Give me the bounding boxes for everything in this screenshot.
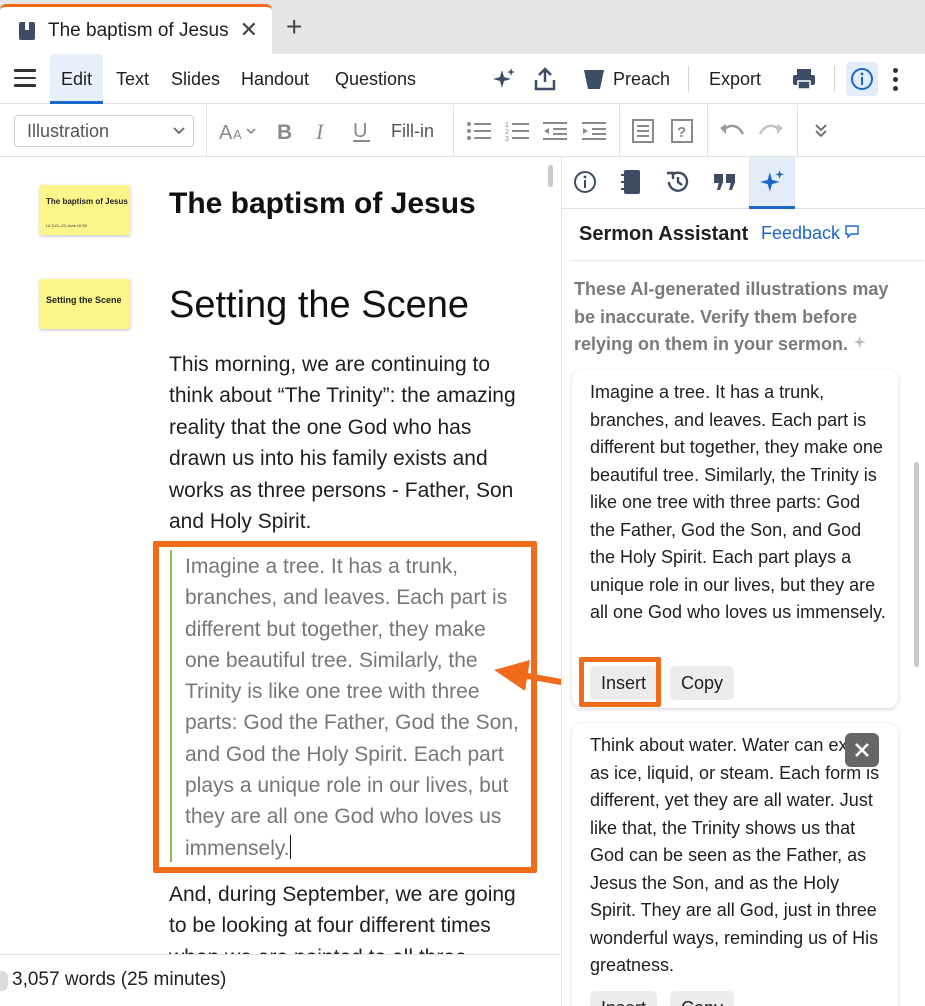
feedback-link[interactable]: Feedback (761, 223, 859, 244)
paragraph: And, during September, we are going to b… (169, 883, 516, 954)
panel-scrollbar[interactable] (914, 462, 919, 667)
bold-icon[interactable]: B (274, 118, 296, 144)
toolbar-divider (688, 66, 689, 92)
tab-questions[interactable]: Questions (335, 54, 416, 104)
svg-text:A: A (233, 127, 242, 142)
svg-text:I: I (315, 120, 325, 142)
sparkle-icon[interactable] (491, 66, 517, 92)
inserted-illustration-text: Imagine a tree. It has a trunk, branches… (185, 555, 519, 860)
undo-icon[interactable] (719, 118, 745, 144)
info-icon[interactable] (846, 62, 878, 96)
fill-in-button[interactable]: Fill-in (391, 105, 434, 157)
slide-thumbnail-title: Setting the Scene (46, 295, 122, 305)
menu-icon[interactable] (14, 69, 36, 87)
indent-icon[interactable] (581, 118, 607, 144)
export-button[interactable]: Export (709, 54, 761, 104)
slide-thumbnail[interactable]: Setting the Scene (40, 279, 130, 329)
format-toolbar: Illustration AA B I U Fill-in 123 ? (0, 105, 925, 157)
word-count: 3,057 words (25 minutes) (12, 969, 227, 990)
editor-scrollbar[interactable] (548, 165, 553, 187)
redo-icon[interactable] (758, 118, 784, 144)
format-divider (453, 105, 454, 157)
status-bar: 3,057 words (25 minutes) (0, 954, 560, 1006)
slide-icon[interactable] (631, 118, 655, 144)
question-icon[interactable]: ? (670, 118, 694, 144)
paragraph-style-select[interactable]: Illustration (14, 115, 194, 147)
panel-title: Sermon Assistant (579, 223, 749, 245)
info-icon[interactable] (568, 165, 602, 199)
svg-text:?: ? (677, 124, 686, 141)
format-divider (619, 105, 620, 157)
more-options-icon[interactable] (893, 68, 899, 92)
divider (572, 260, 924, 261)
tab-title: The baptism of Jesus (48, 19, 229, 41)
italic-icon[interactable]: I (312, 118, 334, 144)
slide-thumbnail-ref: Lk 3:21–22; Acts 10:38 (46, 223, 87, 228)
illustration-bar (170, 550, 172, 862)
section-heading: Setting the Scene (169, 284, 469, 326)
slide-thumbnail[interactable]: The baptism of Jesus Lk 3:21–22; Acts 10… (40, 185, 130, 235)
tab-slides[interactable]: Slides (171, 54, 220, 104)
insert-highlight-box (579, 657, 661, 707)
slide-thumbnail-title: The baptism of Jesus (46, 197, 128, 206)
svg-text:3: 3 (505, 136, 509, 142)
paragraph: This morning, we are continuing to think… (169, 353, 516, 534)
svg-text:A: A (219, 122, 233, 142)
underline-icon[interactable]: U (351, 118, 373, 144)
format-divider (707, 105, 708, 157)
tab-handout[interactable]: Handout (241, 54, 309, 104)
chevron-down-icon (173, 116, 185, 156)
illustration-text: Imagine a tree. It has a trunk, branches… (590, 382, 886, 622)
document-icon (16, 20, 38, 42)
sermon-assistant-panel: Sermon Assistant Feedback These AI-gener… (561, 157, 925, 1006)
print-icon[interactable] (791, 66, 817, 92)
comment-icon (845, 225, 859, 239)
svg-text:U: U (353, 120, 367, 142)
copy-button[interactable]: Copy (670, 666, 735, 700)
tab-text[interactable]: Text (116, 54, 149, 104)
share-icon[interactable] (532, 66, 558, 92)
sparkle-icon[interactable] (749, 157, 795, 209)
panel-tabs (562, 157, 925, 209)
illustration-text: Think about water. Water can exist as ic… (590, 735, 880, 975)
numbered-list-icon[interactable]: 123 (504, 118, 530, 144)
close-icon[interactable] (845, 733, 879, 767)
document-tab[interactable]: The baptism of Jesus ✕ (0, 4, 272, 54)
format-divider (206, 105, 207, 157)
close-tab-icon[interactable]: ✕ (240, 19, 258, 41)
expand-handle[interactable] (0, 971, 8, 991)
browser-tab-bar: The baptism of Jesus ✕ + (0, 0, 925, 54)
outdent-icon[interactable] (542, 118, 568, 144)
document-title: The baptism of Jesus (169, 187, 476, 220)
svg-text:2: 2 (505, 129, 509, 136)
ai-disclaimer: These AI-generated illustrations may be … (574, 276, 894, 359)
preach-button[interactable]: Preach (613, 54, 670, 104)
notebook-icon[interactable] (614, 165, 648, 199)
feedback-label: Feedback (761, 223, 841, 243)
svg-text:B: B (277, 121, 292, 142)
copy-button[interactable]: Copy (670, 991, 735, 1006)
inserted-illustration: Imagine a tree. It has a trunk, branches… (185, 551, 525, 864)
toolbar-divider (834, 66, 835, 92)
pulpit-icon[interactable] (581, 66, 607, 92)
ai-disclaimer-text: These AI-generated illustrations may be … (574, 279, 889, 354)
font-size-icon[interactable]: AA (218, 118, 260, 144)
paragraph-style-value: Illustration (27, 121, 110, 141)
double-chevron-down-icon[interactable] (811, 118, 831, 144)
quote-icon[interactable] (708, 165, 742, 199)
new-tab-button[interactable]: + (286, 13, 302, 41)
insert-button[interactable]: Insert (590, 991, 658, 1006)
svg-text:1: 1 (505, 122, 509, 129)
sparkle-icon (853, 336, 866, 348)
main-toolbar: Edit Text Slides Handout Questions Preac… (0, 54, 925, 104)
history-icon[interactable] (661, 165, 695, 199)
text-caret (289, 834, 291, 859)
bulleted-list-icon[interactable] (466, 118, 492, 144)
tab-edit[interactable]: Edit (50, 54, 104, 104)
format-divider (797, 105, 798, 157)
